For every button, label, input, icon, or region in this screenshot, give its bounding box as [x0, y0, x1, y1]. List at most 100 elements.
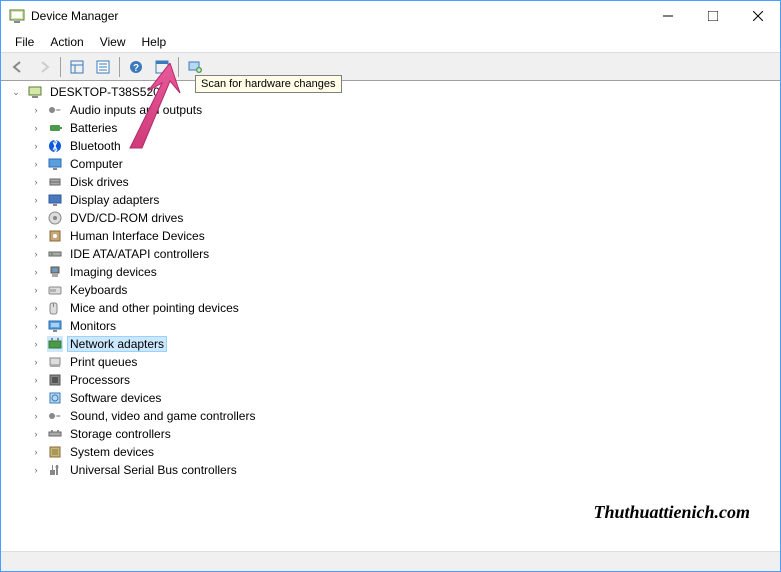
expand-icon[interactable]: ›	[29, 301, 43, 315]
device-category-icon	[47, 336, 63, 352]
expand-icon[interactable]: ›	[29, 157, 43, 171]
tree-item-label: Bluetooth	[67, 138, 124, 154]
expand-icon[interactable]: ›	[29, 247, 43, 261]
tree-root-row[interactable]: ⌄ DESKTOP-T38S520	[3, 83, 778, 101]
show-hide-tree-button[interactable]	[65, 55, 89, 79]
expand-icon[interactable]: ›	[29, 391, 43, 405]
tree-item[interactable]: › Universal Serial Bus controllers	[3, 461, 778, 479]
expand-icon[interactable]: ›	[29, 193, 43, 207]
device-category-icon	[47, 192, 63, 208]
window-controls	[645, 2, 780, 31]
device-category-icon	[47, 174, 63, 190]
expand-icon[interactable]: ›	[29, 265, 43, 279]
tree-item[interactable]: › Disk drives	[3, 173, 778, 191]
action-menu-button[interactable]	[150, 55, 174, 79]
device-category-icon	[47, 318, 63, 334]
maximize-button[interactable]	[690, 2, 735, 31]
tree-item[interactable]: ›IDE ATA/ATAPI controllers	[3, 245, 778, 263]
menu-action[interactable]: Action	[42, 33, 91, 51]
tree-item[interactable]: › Imaging devices	[3, 263, 778, 281]
expand-icon[interactable]: ›	[29, 463, 43, 477]
tree-item-label: Universal Serial Bus controllers	[67, 462, 240, 478]
app-icon	[9, 8, 25, 24]
tree-item[interactable]: › Computer	[3, 155, 778, 173]
tree-item[interactable]: › Software devices	[3, 389, 778, 407]
tree-item-label: Computer	[67, 156, 126, 172]
expand-icon[interactable]: ›	[29, 283, 43, 297]
forward-button[interactable]	[32, 55, 56, 79]
back-button[interactable]	[6, 55, 30, 79]
expand-icon[interactable]: ›	[29, 103, 43, 117]
menubar: File Action View Help	[1, 31, 780, 53]
statusbar	[1, 551, 780, 571]
device-category-icon	[47, 102, 63, 118]
expand-icon[interactable]: ›	[29, 427, 43, 441]
expand-icon[interactable]: ⌄	[9, 85, 23, 99]
expand-icon[interactable]: ›	[29, 409, 43, 423]
expand-icon[interactable]: ›	[29, 175, 43, 189]
tree-item-label: Monitors	[67, 318, 119, 334]
expand-icon[interactable]: ›	[29, 355, 43, 369]
tree-item[interactable]: › Display adapters	[3, 191, 778, 209]
device-category-icon	[47, 426, 63, 442]
tree-item[interactable]: ›Processors	[3, 371, 778, 389]
expand-icon[interactable]: ›	[29, 139, 43, 153]
tree-item[interactable]: › Bluetooth	[3, 137, 778, 155]
device-category-icon	[47, 408, 63, 424]
device-category-icon	[47, 156, 63, 172]
menu-view[interactable]: View	[92, 33, 134, 51]
expand-icon[interactable]: ›	[29, 121, 43, 135]
expand-icon[interactable]: ›	[29, 373, 43, 387]
expand-icon[interactable]: ›	[29, 229, 43, 243]
expand-icon[interactable]: ›	[29, 337, 43, 351]
computer-icon	[27, 84, 43, 100]
toolbar-separator	[178, 57, 179, 77]
scan-hardware-tooltip: Scan for hardware changes	[195, 75, 342, 93]
tree-item-label: Audio inputs and outputs	[67, 102, 205, 118]
tree-item-label: Print queues	[67, 354, 140, 370]
tree-item-label: Storage controllers	[67, 426, 174, 442]
device-category-icon	[47, 228, 63, 244]
tree-item-label: Human Interface Devices	[67, 228, 208, 244]
device-category-icon	[47, 282, 63, 298]
device-category-icon	[47, 138, 63, 154]
tree-item-label: Imaging devices	[67, 264, 160, 280]
tree-item[interactable]: › Keyboards	[3, 281, 778, 299]
tree-item[interactable]: › Batteries	[3, 119, 778, 137]
tree-item-label: Sound, video and game controllers	[67, 408, 258, 424]
tree-item-label: Software devices	[67, 390, 164, 406]
device-category-icon	[47, 462, 63, 478]
device-category-icon	[47, 444, 63, 460]
tree-item-label: Keyboards	[67, 282, 130, 298]
tree-item[interactable]: ›DVD/CD-ROM drives	[3, 209, 778, 227]
device-category-icon	[47, 120, 63, 136]
tree-item[interactable]: ›Mice and other pointing devices	[3, 299, 778, 317]
expand-icon[interactable]: ›	[29, 211, 43, 225]
tree-item[interactable]: ›Network adapters	[3, 335, 778, 353]
tree-item[interactable]: › Sound, video and game controllers	[3, 407, 778, 425]
tree-item[interactable]: › Audio inputs and outputs	[3, 101, 778, 119]
help-button[interactable]: ?	[124, 55, 148, 79]
expand-icon[interactable]: ›	[29, 319, 43, 333]
tree-item[interactable]: › Human Interface Devices	[3, 227, 778, 245]
menu-file[interactable]: File	[7, 33, 42, 51]
close-button[interactable]	[735, 2, 780, 31]
tree-content: ⌄ DESKTOP-T38S520 › Audio inputs and outp…	[1, 81, 780, 551]
toolbar-separator	[119, 57, 120, 77]
device-category-icon	[47, 390, 63, 406]
tree-item-label: Display adapters	[67, 192, 162, 208]
minimize-button[interactable]	[645, 2, 690, 31]
tree-item[interactable]: ›System devices	[3, 443, 778, 461]
device-tree: ⌄ DESKTOP-T38S520 › Audio inputs and outp…	[3, 83, 778, 479]
titlebar: Device Manager	[1, 1, 780, 31]
tree-item[interactable]: › Print queues	[3, 353, 778, 371]
tree-item-label: Disk drives	[67, 174, 132, 190]
expand-icon[interactable]: ›	[29, 445, 43, 459]
tree-item[interactable]: › Storage controllers	[3, 425, 778, 443]
tree-item[interactable]: › Monitors	[3, 317, 778, 335]
toolbar: ?	[1, 53, 780, 81]
properties-button[interactable]	[91, 55, 115, 79]
tree-item-label: Batteries	[67, 120, 120, 136]
tree-root-label: DESKTOP-T38S520	[47, 84, 163, 100]
menu-help[interactable]: Help	[134, 33, 175, 51]
